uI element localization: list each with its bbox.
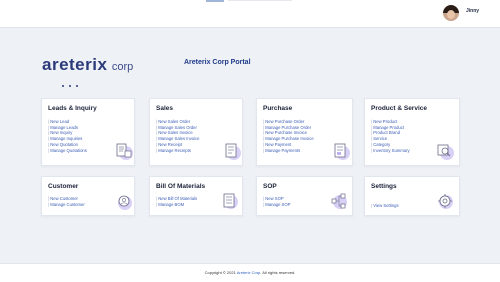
module-card-leads: Leads & Inquiry New Lead Manage Leads Ne… [41, 98, 135, 166]
link-manage-sop[interactable]: Manage SOP [263, 202, 290, 208]
link-manage-inquiries[interactable]: Manage Inquiries [48, 136, 87, 142]
link-list: New Lead Manage Leads New Inquiry Manage… [48, 119, 87, 153]
card-title: SOP [263, 183, 277, 190]
copyright-suffix: . All rights reserved. [260, 270, 296, 275]
purchase-invoice-icon [334, 143, 350, 160]
logo-word: areterix [42, 55, 108, 74]
link-list: View Settings [371, 203, 398, 209]
logo-corp: corp [111, 61, 134, 73]
brand-logo: areterix corp [42, 55, 134, 87]
link-list: New Customer Manage Customer [48, 196, 84, 208]
link-list: New SOP Manage SOP [263, 196, 290, 207]
card-title: Leads & Inquiry [48, 105, 97, 112]
sop-flow-icon [331, 193, 347, 209]
link-manage-quotations[interactable]: Manage Quotations [48, 148, 87, 154]
link-manage-bom[interactable]: Manage BOM [156, 202, 197, 208]
module-card-sop: SOP New SOP Manage SOP [256, 176, 353, 216]
card-title: Customer [48, 183, 79, 190]
link-list: New Bill Of Materials Manage BOM [156, 196, 197, 207]
top-divider [228, 0, 292, 1]
link-list: New Purchase Order Manage Purchase Order… [263, 119, 314, 154]
bill-of-materials-icon [223, 193, 238, 209]
avatar-face [447, 10, 455, 19]
link-manage-payments[interactable]: Manage Payments [263, 148, 314, 154]
document-check-icon [116, 143, 133, 160]
link-manage-purchase-invoice[interactable]: Manage Purchase Invoice [263, 136, 313, 142]
customer-badge-icon [118, 195, 132, 210]
top-indicator [206, 0, 224, 2]
link-manage-customer[interactable]: Manage Customer [48, 202, 84, 208]
card-title: Settings [371, 183, 397, 190]
module-card-purchase: Purchase New Purchase Order Manage Purch… [256, 98, 353, 166]
card-title: Bill Of Materials [156, 183, 206, 190]
module-card-settings: Settings View Settings [364, 176, 460, 216]
sales-invoice-icon [225, 143, 241, 160]
link-new-bom[interactable]: New Bill Of Materials [156, 196, 197, 202]
card-title: Sales [156, 105, 173, 112]
link-manage-receipts[interactable]: Manage Receipts [156, 148, 199, 154]
module-card-bom: Bill Of Materials New Bill Of Materials … [149, 176, 243, 216]
footer-brand-link[interactable]: Areterix Corp [237, 270, 261, 275]
copyright: Copyright © 2021 Areterix Corp. All righ… [0, 270, 500, 275]
module-card-sales: Sales New Sales Order Manage Sales Order… [149, 98, 243, 166]
user-name[interactable]: Jinny [466, 8, 479, 14]
gear-icon [438, 194, 453, 209]
link-inventory-summary[interactable]: Inventory Summary [371, 148, 409, 154]
card-title: Purchase [263, 105, 293, 112]
card-title: Product & Service [371, 105, 427, 112]
link-view-settings[interactable]: View Settings [371, 203, 398, 209]
link-manage-sales-invoice[interactable]: Manage Sales Invoice [156, 136, 199, 142]
avatar[interactable] [443, 5, 459, 21]
top-bar: Jinny [0, 0, 500, 28]
module-card-product-service: Product & Service New Product Manage Pro… [364, 98, 460, 166]
module-card-customer: Customer New Customer Manage Customer [41, 176, 135, 216]
link-list: New Product Manage Product Product Brand… [371, 119, 409, 154]
link-list: New Sales Order Manage Sales Order New S… [156, 119, 199, 153]
footer: Copyright © 2021 Areterix Corp. All righ… [0, 263, 500, 282]
product-search-icon [437, 144, 454, 160]
page-title: Areterix Corp Portal [184, 59, 251, 66]
copyright-prefix: Copyright © 2021 [204, 270, 236, 275]
logo-dots [62, 74, 83, 92]
